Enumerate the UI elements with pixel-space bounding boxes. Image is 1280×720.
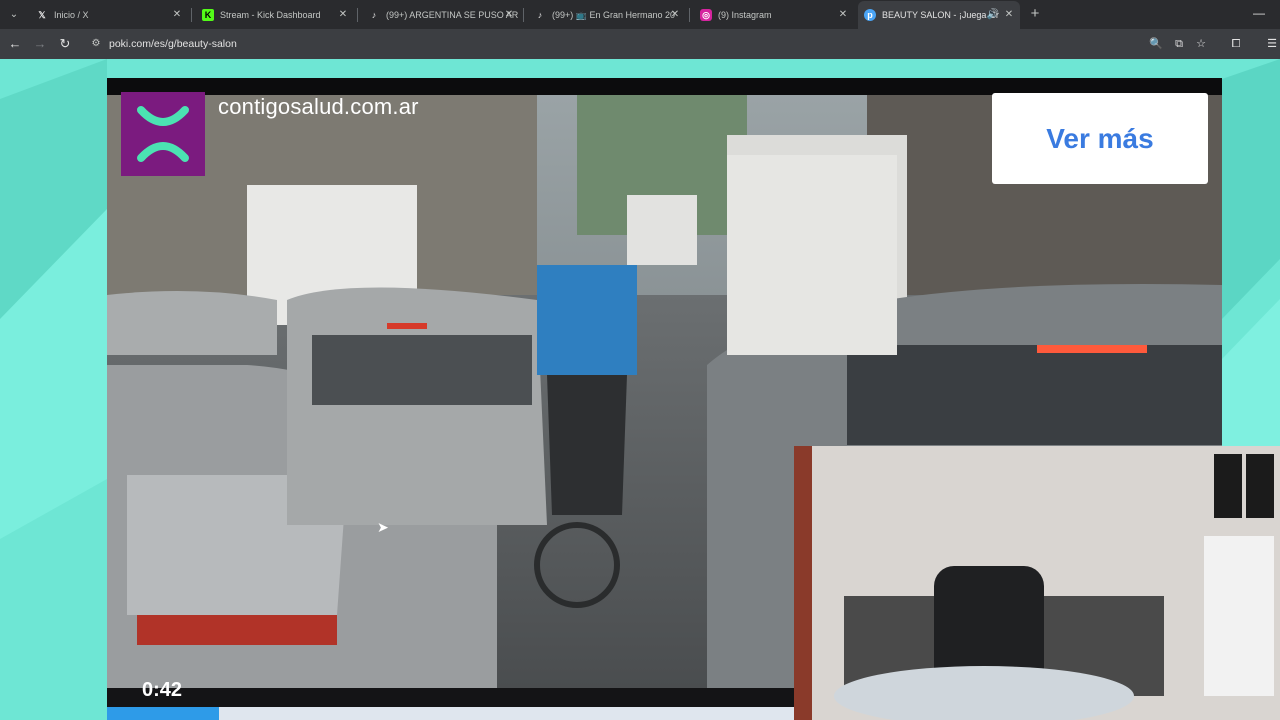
poki-logo-icon: p <box>864 9 876 21</box>
page-content: contigosalud.com.ar Ver más 0:42 ➤ <box>0 59 1280 720</box>
ad-brand-name[interactable]: contigosalud.com.ar <box>218 94 419 120</box>
tab-title: (99+) 📺 En Gran Hermano 20 <box>552 10 676 20</box>
new-tab-icon[interactable]: + <box>1026 5 1044 23</box>
close-icon[interactable]: ✕ <box>668 3 682 27</box>
forward-arrow-icon[interactable]: → <box>31 35 49 53</box>
tab-instagram[interactable]: ◎ (9) Instagram ✕ <box>694 3 854 27</box>
back-arrow-icon[interactable]: ← <box>6 35 24 53</box>
extensions-icon[interactable]: ⧠ <box>1228 36 1244 52</box>
close-icon[interactable]: ✕ <box>336 3 350 27</box>
mouse-cursor-icon: ➤ <box>377 519 389 535</box>
close-icon[interactable]: ✕ <box>836 3 850 27</box>
site-info-icon[interactable]: ⚙ <box>89 37 103 51</box>
tab-inicio-x[interactable]: 𝕏 Inicio / X ✕ <box>30 3 188 27</box>
close-icon[interactable]: ✕ <box>170 3 184 27</box>
brand-logo <box>121 92 205 176</box>
instagram-logo-icon: ◎ <box>700 9 712 21</box>
brand-x-logo-icon <box>137 106 189 162</box>
tab-kick-dashboard[interactable]: K Stream - Kick Dashboard ✕ <box>196 3 354 27</box>
tiktok-logo-icon: ♪ <box>371 10 377 20</box>
ver-mas-button[interactable]: Ver más <box>992 93 1208 184</box>
ad-time-remaining: 0:42 <box>142 679 183 701</box>
menu-icon[interactable]: ☰ <box>1264 36 1280 52</box>
tab-search-chevron-icon[interactable]: ⌄ <box>4 5 24 25</box>
webcam-overlay <box>794 446 1280 720</box>
zoom-icon[interactable]: 🔍 <box>1148 36 1164 52</box>
install-app-icon[interactable]: ⧉ <box>1171 36 1187 52</box>
tab-divider <box>523 8 524 22</box>
x-logo-icon: 𝕏 <box>38 10 46 20</box>
tab-strip: ⌄ 𝕏 Inicio / X ✕ K Stream - Kick Dashboa… <box>0 0 1280 29</box>
minimize-window-icon[interactable]: — <box>1252 6 1266 20</box>
address-bar[interactable]: poki.com/es/g/beauty-salon <box>109 37 237 51</box>
tab-divider <box>191 8 192 22</box>
close-icon[interactable]: ✕ <box>1002 1 1016 29</box>
kick-logo-icon: K <box>202 9 214 21</box>
webcam-image <box>794 446 1280 720</box>
close-icon[interactable]: ✕ <box>502 3 516 27</box>
tab-divider <box>689 8 690 22</box>
browser-toolbar: ← → ↻ ⚙ poki.com/es/g/beauty-salon 🔍 ⧉ ☆… <box>0 29 1280 59</box>
tab-title: (99+) ARGENTINA SE PUSO AR <box>386 10 519 20</box>
ad-progress-fill <box>107 707 219 720</box>
audio-playing-icon[interactable]: 🔊 <box>986 1 1000 29</box>
reload-icon[interactable]: ↻ <box>56 35 74 53</box>
tab-title: Inicio / X <box>54 10 89 20</box>
tab-divider <box>357 8 358 22</box>
bookmark-star-icon[interactable]: ☆ <box>1193 36 1209 52</box>
tab-title: (9) Instagram <box>718 10 772 20</box>
tab-title: Stream - Kick Dashboard <box>220 10 321 20</box>
tab-tiktok-gran-hermano[interactable]: ♪ (99+) 📺 En Gran Hermano 20 ✕ <box>528 3 686 27</box>
tab-beauty-salon[interactable]: p BEAUTY SALON - ¡Juega Gr 🔊 ✕ <box>858 1 1020 29</box>
tiktok-logo-icon: ♪ <box>537 10 543 20</box>
tab-tiktok-argentina[interactable]: ♪ (99+) ARGENTINA SE PUSO AR ✕ <box>362 3 520 27</box>
